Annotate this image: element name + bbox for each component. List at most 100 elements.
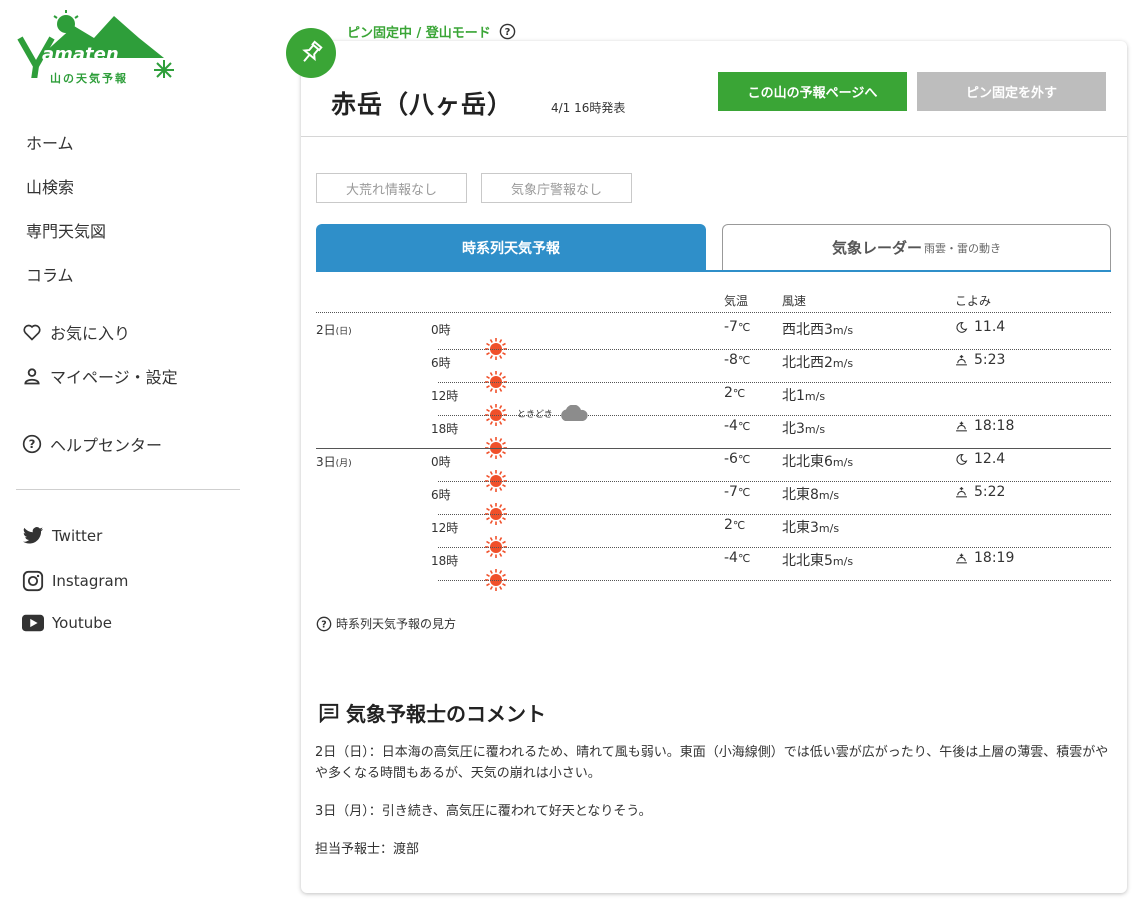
hour-label: 6時	[431, 488, 451, 502]
tab-weather-radar[interactable]: 気象レーダー 雨雲・雷の動き	[722, 224, 1111, 270]
pin-icon	[302, 40, 323, 62]
youtube-icon	[22, 614, 44, 632]
temperature-value: 2℃	[724, 517, 746, 533]
nav-favorites[interactable]: お気に入り	[22, 320, 130, 344]
tab-radar-label: 気象レーダー	[831, 239, 922, 257]
temperature-value: -7℃	[724, 319, 751, 335]
forecast-card: 赤岳（八ヶ岳） 4/1 16時発表 この山の予報ページへ ピン固定を外す 大荒れ…	[301, 41, 1127, 893]
person-icon	[24, 368, 40, 385]
comment-heading: 気象予報士のコメント	[318, 698, 546, 727]
temperature-value: -4℃	[724, 550, 751, 566]
social-youtube[interactable]: Youtube	[22, 614, 112, 632]
koyomi-value: 11.4	[955, 319, 1005, 335]
help-icon: ?	[316, 616, 332, 631]
svg-text:?: ?	[321, 619, 326, 630]
help-icon[interactable]: ?	[499, 23, 516, 40]
hour-label: 6時	[431, 356, 451, 370]
howto-label: 時系列天気予報の見方	[336, 617, 457, 631]
hour-label: 0時	[431, 455, 451, 469]
hour-label: 12時	[431, 521, 459, 535]
table-row-divider	[438, 547, 1111, 548]
howto-link[interactable]: ? 時系列天気予報の見方	[316, 615, 456, 632]
col-head-temp: 気温	[724, 294, 749, 308]
svg-text:?: ?	[504, 27, 510, 38]
social-twitter-label: Twitter	[52, 527, 103, 545]
help-icon: ?	[22, 434, 42, 454]
temperature-value: -4℃	[724, 418, 751, 434]
sunset-icon	[956, 553, 967, 563]
temp-unit: ℃	[737, 354, 751, 367]
logo-graphic	[17, 10, 174, 81]
table-row-divider	[438, 481, 1111, 482]
nav-mypage[interactable]: マイページ・設定	[22, 364, 178, 388]
koyomi-text: 18:19	[974, 550, 1015, 566]
nav-favorites-label: お気に入り	[50, 324, 131, 343]
card-header: 赤岳（八ヶ岳） 4/1 16時発表 この山の予報ページへ ピン固定を外す	[301, 41, 1127, 137]
sometimes-label: ときどき	[517, 409, 553, 420]
col-head-koyomi: こよみ	[955, 294, 992, 308]
nav-mountain-search[interactable]: 山検索	[26, 174, 74, 198]
table-row-divider	[438, 514, 1111, 515]
koyomi-value: 12.4	[955, 451, 1005, 467]
storm-alert-badge: 大荒れ情報なし	[316, 173, 467, 203]
nav-weather-map[interactable]: 専門天気図	[26, 218, 106, 242]
sidebar-divider	[16, 489, 240, 490]
wind-unit: m/s	[804, 390, 826, 403]
table-row-divider	[438, 580, 1111, 581]
wind-value: 西北西3m/s	[782, 322, 854, 338]
temp-unit: ℃	[737, 552, 751, 565]
hour-label: 0時	[431, 323, 451, 337]
nav-home[interactable]: ホーム	[26, 130, 74, 154]
forecast-page-button[interactable]: この山の予報ページへ	[718, 72, 907, 111]
yamaten-logo[interactable]: amaten 山の天気予報	[14, 8, 179, 90]
nav-mypage-label: マイページ・設定	[50, 368, 178, 387]
heart-icon	[23, 324, 41, 341]
koyomi-text: 12.4	[974, 451, 1006, 467]
wind-unit: m/s	[832, 555, 854, 568]
moon-icon	[956, 321, 968, 333]
wind-unit: m/s	[818, 522, 840, 535]
social-youtube-label: Youtube	[52, 614, 112, 632]
social-twitter[interactable]: Twitter	[22, 526, 102, 546]
koyomi-value: 18:19	[955, 550, 1014, 566]
koyomi-text: 5:22	[974, 484, 1006, 500]
wind-unit: m/s	[804, 423, 826, 436]
koyomi-text: 11.4	[974, 319, 1006, 335]
tab-radar-sublabel: 雨雲・雷の動き	[924, 241, 1001, 255]
nav-column[interactable]: コラム	[26, 262, 74, 286]
nav-help-label: ヘルプセンター	[50, 436, 163, 455]
pin-mode-label: ピン固定中 / 登山モード ?	[347, 22, 516, 41]
social-instagram[interactable]: Instagram	[22, 570, 128, 592]
unpin-button[interactable]: ピン固定を外す	[917, 72, 1106, 111]
wind-value: 北3m/s	[782, 421, 826, 437]
koyomi-value: 5:23	[955, 352, 1005, 368]
table-row-divider	[316, 312, 1111, 313]
sunset-icon	[956, 421, 967, 431]
comment-title: 気象予報士のコメント	[346, 702, 546, 726]
koyomi-text: 5:23	[974, 352, 1006, 368]
wind-unit: m/s	[818, 489, 840, 502]
tab-timeseries-forecast[interactable]: 時系列天気予報	[316, 224, 706, 272]
day-date: 2日	[316, 323, 336, 337]
sunrise-icon	[956, 354, 967, 365]
koyomi-value: 18:18	[955, 418, 1014, 434]
day-label: 3日(月)	[316, 453, 352, 470]
mountain-name: 赤岳（八ヶ岳）	[331, 90, 514, 119]
temperature-value: -8℃	[724, 352, 751, 368]
wind-value: 北東8m/s	[782, 487, 840, 503]
temp-unit: ℃	[737, 420, 751, 433]
wind-value: 北北西2m/s	[782, 355, 854, 371]
table-row-divider	[438, 382, 1111, 383]
comment-day2: 3日（月）：引き続き、高気圧に覆われて好天となりそう。	[315, 804, 652, 819]
temp-unit: ℃	[737, 453, 751, 466]
temp-unit: ℃	[732, 387, 746, 400]
hour-label: 18時	[431, 554, 459, 568]
social-instagram-label: Instagram	[52, 572, 129, 590]
wind-value: 北東3m/s	[782, 520, 840, 536]
koyomi-text: 18:18	[974, 418, 1015, 434]
col-head-wind: 風速	[782, 294, 807, 308]
nav-help[interactable]: ? ヘルプセンター	[22, 432, 162, 456]
temp-unit: ℃	[732, 519, 746, 532]
wind-value: 北北東5m/s	[782, 553, 854, 569]
day-divider	[316, 448, 1111, 449]
